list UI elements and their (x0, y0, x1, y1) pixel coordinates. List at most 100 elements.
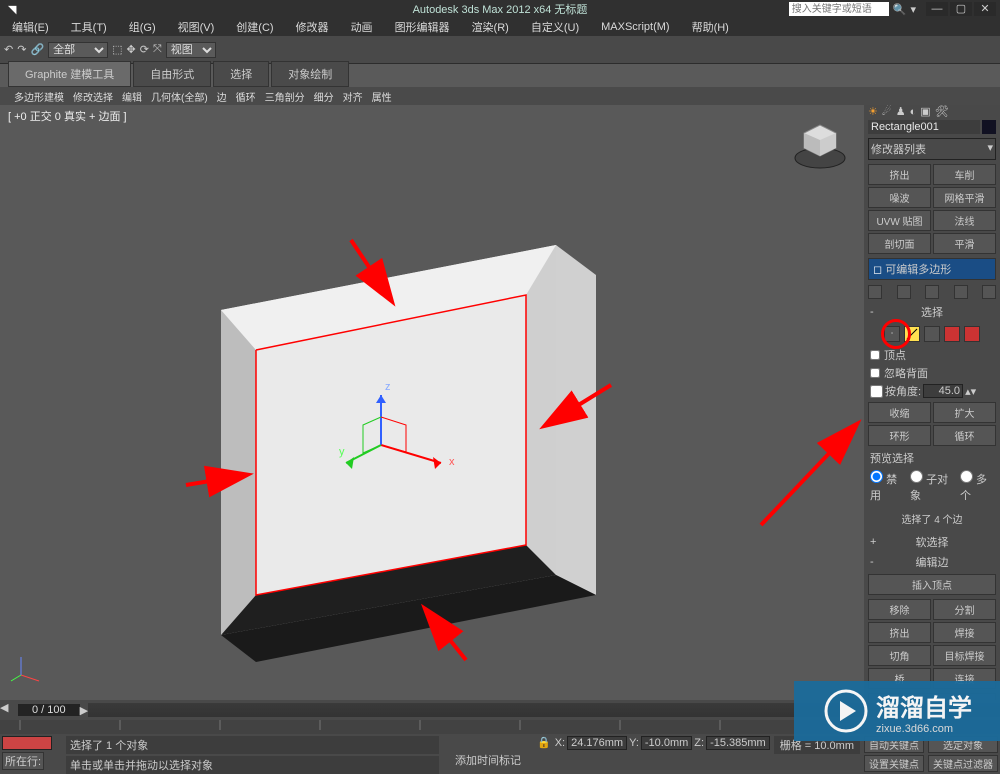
menu-group[interactable]: 组(G) (129, 19, 156, 35)
rollout-editedge[interactable]: -编辑边 (864, 552, 1000, 572)
menu-modifiers[interactable]: 修改器 (296, 19, 329, 35)
btn-remove[interactable]: 移除 (868, 599, 931, 620)
sub-align[interactable]: 对齐 (343, 89, 363, 104)
select-icon[interactable]: ⬚ (112, 43, 122, 56)
btn-weld[interactable]: 焊接 (933, 622, 996, 643)
btn-loop[interactable]: 循环 (933, 425, 996, 446)
menu-tools[interactable]: 工具(T) (71, 19, 107, 35)
create-panel-icon[interactable]: ☀ (868, 105, 878, 118)
sub-polymodel[interactable]: 多边形建模 (14, 89, 64, 104)
btn-shrink[interactable]: 收缩 (868, 402, 931, 423)
rollout-softsel[interactable]: +软选择 (864, 532, 1000, 552)
btn-target-weld[interactable]: 目标焊接 (933, 645, 996, 666)
remove-mod-icon[interactable] (954, 285, 968, 299)
btn-split[interactable]: 分割 (933, 599, 996, 620)
undo-icon[interactable]: ↶ (4, 43, 13, 56)
menu-graph[interactable]: 图形编辑器 (395, 19, 450, 35)
object-color[interactable] (982, 120, 996, 134)
check-hideback[interactable]: 忽略背面 (864, 364, 1000, 382)
key-filter-button[interactable]: 关键点过滤器 (928, 755, 998, 772)
macro-recorder[interactable] (2, 736, 52, 750)
coord-select[interactable]: 视图 (166, 42, 216, 58)
btn-meshsmooth[interactable]: 网格平滑 (933, 187, 996, 208)
minimize-button[interactable]: — (926, 2, 948, 16)
hierarchy-panel-icon[interactable]: ♟ (896, 105, 906, 118)
btn-noise[interactable]: 噪波 (868, 187, 931, 208)
sub-loop[interactable]: 循环 (236, 89, 256, 104)
viewcube[interactable] (791, 113, 849, 171)
coord-z[interactable]: -15.385mm (706, 736, 770, 750)
configure-sets-icon[interactable] (982, 285, 996, 299)
scale-icon[interactable]: ⤧ (153, 43, 162, 56)
sub-edit[interactable]: 编辑 (122, 89, 142, 104)
add-time-marker[interactable]: 添加时间标记 (443, 736, 533, 768)
btn-now[interactable]: 所在行: (2, 752, 44, 770)
utilities-panel-icon[interactable]: 🛠 (935, 105, 949, 118)
btn-grow[interactable]: 扩大 (933, 402, 996, 423)
btn-extrude[interactable]: 挤出 (868, 622, 931, 643)
rotate-icon[interactable]: ⟳ (140, 43, 149, 56)
angle-value[interactable]: 45.0 (923, 384, 963, 398)
btn-insert-vertex[interactable]: 插入顶点 (868, 574, 996, 595)
motion-panel-icon[interactable]: ◐ (910, 106, 917, 118)
show-end-result-icon[interactable] (897, 285, 911, 299)
spinner-icon[interactable]: ▴▾ (965, 385, 976, 398)
coord-y[interactable]: -10.0mm (641, 736, 692, 750)
tab-freeform[interactable]: 自由形式 (133, 61, 211, 87)
sub-geomall[interactable]: 几何体(全部) (151, 89, 208, 104)
stack-item-editable-poly[interactable]: ◻ 可编辑多边形 (869, 259, 995, 279)
check-vertex[interactable]: 顶点 (864, 346, 1000, 364)
set-key-button[interactable]: 设置关键点 (864, 755, 924, 772)
menu-view[interactable]: 视图(V) (178, 19, 215, 35)
btn-smooth[interactable]: 平滑 (933, 233, 996, 254)
subobj-border-icon[interactable] (924, 326, 940, 342)
radio-sub[interactable]: 子对象 (910, 470, 954, 503)
sub-subdiv[interactable]: 细分 (314, 89, 334, 104)
search-icon[interactable]: 🔍 (893, 3, 907, 16)
down-icon[interactable]: ▾ (910, 3, 916, 16)
close-button[interactable]: ✕ (974, 2, 996, 16)
viewport[interactable]: [ +0 正交 0 真实 + 边面 ] (0, 105, 864, 705)
redo-icon[interactable]: ↷ (17, 43, 26, 56)
link-icon[interactable]: 🔗 (30, 43, 44, 56)
radio-multi[interactable]: 多个 (960, 470, 994, 503)
btn-lathe[interactable]: 车削 (933, 164, 996, 185)
btn-normal[interactable]: 法线 (933, 210, 996, 231)
sub-prop[interactable]: 属性 (372, 89, 392, 104)
lock-icon[interactable]: 🔒 (537, 736, 551, 749)
btn-ring[interactable]: 环形 (868, 425, 931, 446)
btn-uvw[interactable]: UVW 贴图 (868, 210, 931, 231)
menu-render[interactable]: 渲染(R) (472, 19, 509, 35)
menu-anim[interactable]: 动画 (351, 19, 373, 35)
btn-chamfer[interactable]: 切角 (868, 645, 931, 666)
modifier-stack[interactable]: ◻ 可编辑多边形 (868, 258, 996, 280)
coord-x[interactable]: 24.176mm (567, 736, 627, 750)
display-panel-icon[interactable]: ▣ (920, 105, 930, 118)
subobj-poly-icon[interactable] (944, 326, 960, 342)
pin-stack-icon[interactable] (868, 285, 882, 299)
viewport-label[interactable]: [ +0 正交 0 真实 + 边面 ] (8, 108, 127, 124)
tab-paint[interactable]: 对象绘制 (271, 61, 349, 87)
maximize-button[interactable]: ▢ (950, 2, 972, 16)
make-unique-icon[interactable] (925, 285, 939, 299)
menu-create[interactable]: 创建(C) (236, 19, 273, 35)
tab-select[interactable]: 选择 (213, 61, 269, 87)
modifier-list[interactable]: 修改器列表▾ (868, 138, 996, 160)
rollout-select-header[interactable]: - 选择 (864, 302, 1000, 322)
move-icon[interactable]: ✥ (127, 43, 136, 56)
sub-modsel[interactable]: 修改选择 (73, 89, 113, 104)
sub-tri[interactable]: 三角剖分 (265, 89, 305, 104)
menu-edit[interactable]: 编辑(E) (12, 19, 49, 35)
search-input[interactable] (789, 2, 889, 16)
btn-slice[interactable]: 剖切面 (868, 233, 931, 254)
menu-custom[interactable]: 自定义(U) (531, 19, 579, 35)
check-angle[interactable] (870, 385, 883, 398)
filter-select[interactable]: 全部 (48, 42, 108, 58)
object-name-field[interactable]: Rectangle001 (868, 120, 980, 134)
time-slider-right[interactable]: ▶ (80, 704, 88, 717)
sub-edge[interactable]: 边 (217, 89, 227, 104)
menu-maxscript[interactable]: MAXScript(M) (601, 21, 669, 33)
tab-graphite[interactable]: Graphite 建模工具 (8, 61, 131, 87)
time-slider-handle[interactable]: ◀ (0, 701, 18, 719)
radio-disable[interactable]: 禁用 (870, 470, 904, 503)
